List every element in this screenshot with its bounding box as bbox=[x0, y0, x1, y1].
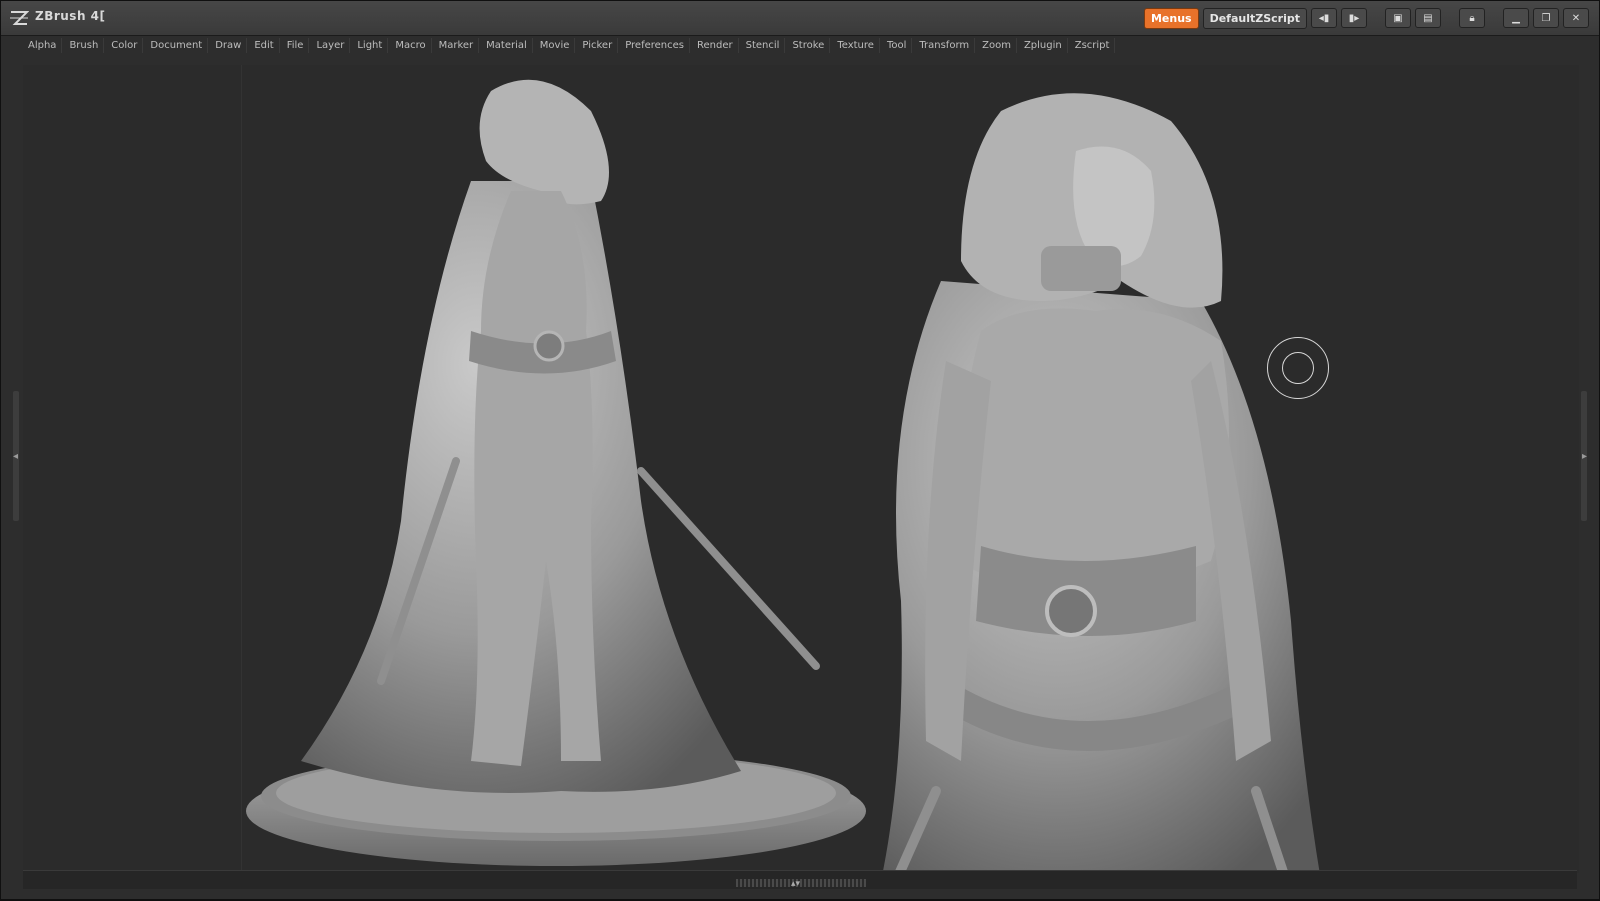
bottom-tray-grip[interactable] bbox=[736, 879, 866, 887]
bottom-tray-arrows-icon[interactable]: ▴▾ bbox=[791, 879, 800, 889]
brush-cursor-inner bbox=[1282, 352, 1314, 384]
sculpt-viewport[interactable] bbox=[1, 1, 1600, 901]
figure-full-body bbox=[246, 79, 866, 866]
figure-close-up bbox=[881, 93, 1321, 886]
zbrush-window: ZBrush 4[ Menus DefaultZScript ◂▮ ▮▸ ▣ ▤… bbox=[0, 0, 1600, 900]
